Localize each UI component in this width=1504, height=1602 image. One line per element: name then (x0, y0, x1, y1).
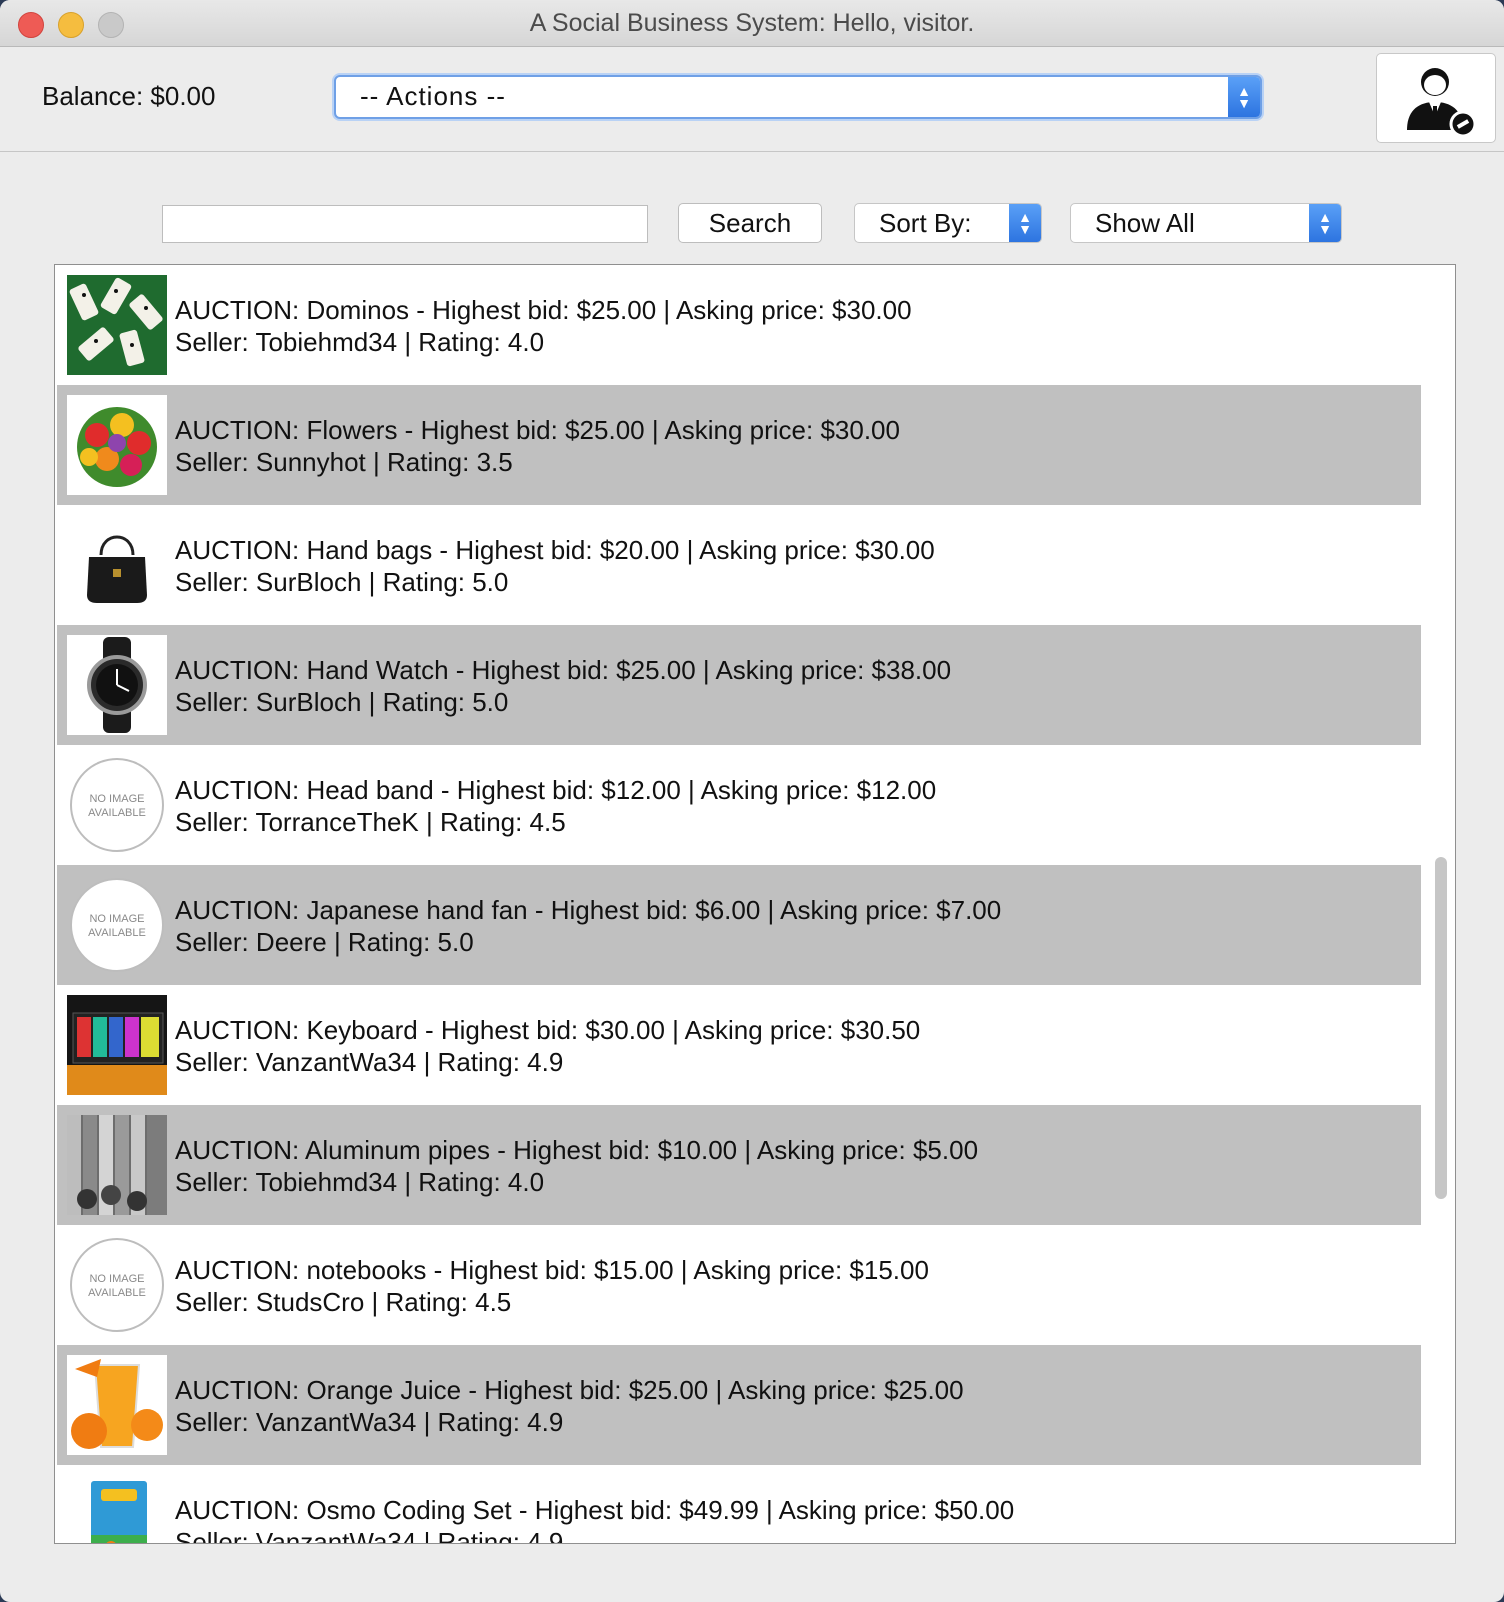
app-window: A Social Business System: Hello, visitor… (0, 0, 1504, 1602)
listing-title: AUCTION: Orange Juice - Highest bid: $25… (175, 1375, 964, 1405)
list-item[interactable]: AUCTION: Flowers - Highest bid: $25.00 |… (57, 385, 1421, 505)
listing-title: AUCTION: Japanese hand fan - Highest bid… (175, 895, 1002, 925)
sort-by-label: Sort By: (879, 208, 972, 238)
sort-by-dropdown[interactable]: Sort By: ▲ ▼ (854, 203, 1042, 243)
listing-seller: Seller: VanzantWa34 | Rating: 4.9 (175, 1407, 564, 1437)
no-image-text-1: NO IMAGE (89, 793, 144, 805)
scrollbar-thumb[interactable] (1435, 857, 1447, 1199)
listing-seller: Seller: StudsCro | Rating: 4.5 (175, 1287, 512, 1317)
listing-seller: Seller: Tobiehmd34 | Rating: 4.0 (175, 327, 545, 357)
handbag-thumbnail (67, 515, 167, 615)
listing-seller: Seller: TorranceTheK | Rating: 4.5 (175, 807, 566, 837)
chevron-updown-icon: ▲ ▼ (1309, 204, 1341, 242)
list-scrollbar[interactable] (1429, 269, 1451, 1539)
flowers-thumbnail (67, 395, 167, 495)
filter-label: Show All (1095, 208, 1195, 238)
listing-list[interactable]: AUCTION: Dominos - Highest bid: $25.00 |… (54, 264, 1456, 1544)
list-item[interactable]: AUCTION: Aluminum pipes - Highest bid: $… (57, 1105, 1421, 1225)
list-item[interactable]: AUCTION: Hand Watch - Highest bid: $25.0… (57, 625, 1421, 745)
balance-label: Balance: $0.00 (42, 81, 216, 111)
list-item[interactable]: AUCTION: Orange Juice - Highest bid: $25… (57, 1345, 1421, 1465)
pipes-thumbnail (67, 1115, 167, 1215)
user-account-button[interactable] (1376, 53, 1496, 143)
listing-title: AUCTION: Dominos - Highest bid: $25.00 |… (175, 295, 912, 325)
list-item[interactable]: AUCTION: Osmo Coding Set - Highest bid: … (57, 1465, 1421, 1544)
filter-dropdown[interactable]: Show All ▲ ▼ (1070, 203, 1342, 243)
dominos-thumbnail (67, 275, 167, 375)
listing-title: AUCTION: Flowers - Highest bid: $25.00 |… (175, 415, 900, 445)
orange-juice-thumbnail (67, 1355, 167, 1455)
listing-seller: Seller: VanzantWa34 | Rating: 4.9 (175, 1527, 564, 1544)
no-image-placeholder: NO IMAGE AVAILABLE (67, 755, 167, 855)
actions-dropdown-label: -- Actions -- (360, 81, 506, 111)
listing-title: AUCTION: Head band - Highest bid: $12.00… (175, 775, 937, 805)
keyboard-thumbnail (67, 995, 167, 1095)
list-item[interactable]: NO IMAGE AVAILABLE AUCTION: notebooks - … (57, 1225, 1421, 1345)
listing-title: AUCTION: Hand bags - Highest bid: $20.00… (175, 535, 935, 565)
list-item[interactable]: NO IMAGE AVAILABLE AUCTION: Japanese han… (57, 865, 1421, 985)
osmo-box-thumbnail (67, 1475, 167, 1543)
list-item[interactable]: AUCTION: Keyboard - Highest bid: $30.00 … (57, 985, 1421, 1105)
watch-thumbnail (67, 635, 167, 735)
no-image-text-1: NO IMAGE (89, 913, 144, 925)
no-image-text-2: AVAILABLE (88, 807, 146, 819)
list-item[interactable]: AUCTION: Hand bags - Highest bid: $20.00… (57, 505, 1421, 625)
listing-title: AUCTION: Hand Watch - Highest bid: $25.0… (175, 655, 952, 685)
listing-seller: Seller: SurBloch | Rating: 5.0 (175, 567, 509, 597)
no-image-text-2: AVAILABLE (88, 927, 146, 939)
no-image-placeholder: NO IMAGE AVAILABLE (67, 1235, 167, 1335)
listing-title: AUCTION: Aluminum pipes - Highest bid: $… (175, 1135, 979, 1165)
actions-dropdown[interactable]: -- Actions -- ▲ ▼ (334, 75, 1262, 119)
listing-seller: Seller: Sunnyhot | Rating: 3.5 (175, 447, 513, 477)
main-content: Search Sort By: ▲ ▼ Show All ▲ ▼ AUCTION… (4, 152, 1500, 1602)
no-image-placeholder: NO IMAGE AVAILABLE (67, 875, 167, 975)
chevron-updown-icon: ▲ ▼ (1009, 204, 1041, 242)
listing-seller: Seller: Deere | Rating: 5.0 (175, 927, 474, 957)
listing-title: AUCTION: notebooks - Highest bid: $15.00… (175, 1255, 929, 1285)
search-button[interactable]: Search (678, 203, 822, 243)
listing-seller: Seller: Tobiehmd34 | Rating: 4.0 (175, 1167, 545, 1197)
top-bar: Balance: $0.00 -- Actions -- ▲ ▼ (0, 47, 1504, 152)
chevron-updown-icon: ▲ ▼ (1228, 77, 1260, 117)
listing-seller: Seller: VanzantWa34 | Rating: 4.9 (175, 1047, 564, 1077)
listing-title: AUCTION: Keyboard - Highest bid: $30.00 … (175, 1015, 921, 1045)
window-title: A Social Business System: Hello, visitor… (529, 9, 975, 37)
listing-seller: Seller: SurBloch | Rating: 5.0 (175, 687, 509, 717)
user-account-icon (1407, 68, 1477, 138)
search-input[interactable] (162, 205, 648, 243)
listing-title: AUCTION: Osmo Coding Set - Highest bid: … (175, 1495, 1015, 1525)
list-item[interactable]: NO IMAGE AVAILABLE AUCTION: Head band - … (57, 745, 1421, 865)
list-item[interactable]: AUCTION: Dominos - Highest bid: $25.00 |… (57, 265, 1421, 385)
no-image-text-1: NO IMAGE (89, 1273, 144, 1285)
title-bar: A Social Business System: Hello, visitor… (0, 0, 1504, 47)
no-image-text-2: AVAILABLE (88, 1287, 146, 1299)
